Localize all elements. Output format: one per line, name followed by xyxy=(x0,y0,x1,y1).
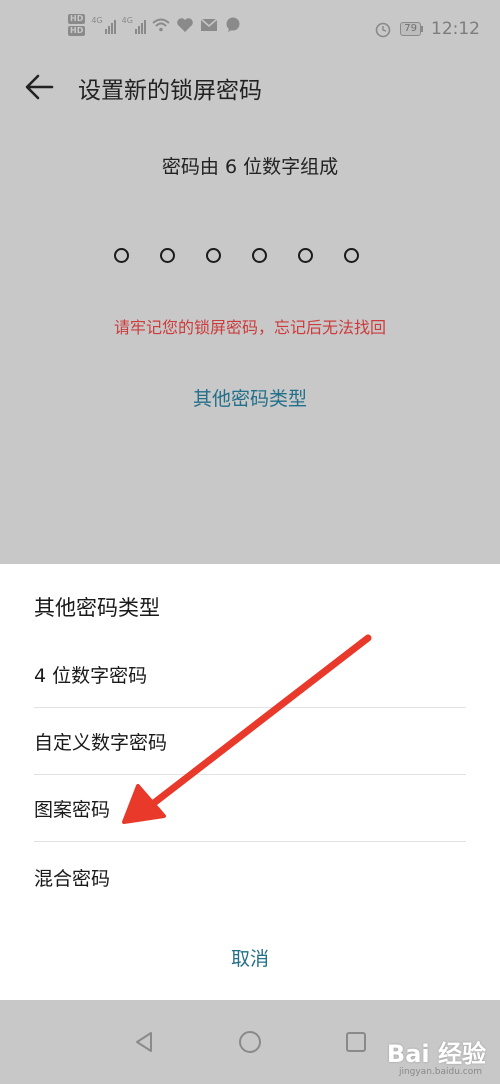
option-custom-numeric[interactable]: 自定义数字密码 xyxy=(34,709,466,775)
other-password-types-link[interactable]: 其他密码类型 xyxy=(0,384,500,411)
hd-badges: HD HD xyxy=(68,14,86,36)
status-left: HD HD 4G 4G xyxy=(68,14,242,36)
pin-dot xyxy=(160,248,175,263)
pin-requirement-text: 密码由 6 位数字组成 xyxy=(161,156,339,178)
chat-icon xyxy=(224,16,242,34)
app-header: 设置新的锁屏密码 xyxy=(0,62,500,116)
watermark-logo: Bai 经验 xyxy=(386,1040,486,1068)
pin-dot xyxy=(252,248,267,263)
home-circle-icon[interactable] xyxy=(230,1022,270,1062)
battery-icon: 79 xyxy=(400,22,423,36)
nav-bar: Bai 经验 jingyan.baidu.com xyxy=(0,1000,500,1084)
sheet-title: 其他密码类型 xyxy=(34,596,160,620)
watermark-url: jingyan.baidu.com xyxy=(398,1067,482,1077)
signal-icon: 4G xyxy=(91,16,116,34)
heart-icon xyxy=(176,16,194,34)
status-bar: HD HD 4G 4G 79 12:12 xyxy=(0,0,500,62)
network-type-label: 4G xyxy=(121,16,133,25)
back-triangle-icon[interactable] xyxy=(124,1022,164,1062)
option-4-digit-pin[interactable]: 4 位数字密码 xyxy=(34,642,466,708)
signal-icon: 4G xyxy=(122,16,146,34)
cancel-button[interactable]: 取消 xyxy=(0,944,500,971)
pin-dot xyxy=(114,248,129,263)
warning-text: 请牢记您的锁屏密码，忘记后无法找回 xyxy=(113,318,386,337)
pin-dot xyxy=(344,248,359,263)
status-right: 79 12:12 xyxy=(374,19,480,39)
option-pattern[interactable]: 图案密码 xyxy=(34,776,466,842)
alarm-icon xyxy=(374,20,392,38)
pin-dot xyxy=(206,248,221,263)
pin-dot xyxy=(298,248,313,263)
clock: 12:12 xyxy=(431,19,480,39)
hd-badge: HD xyxy=(68,26,86,36)
wifi-icon xyxy=(152,16,170,34)
mail-icon xyxy=(200,16,218,34)
password-type-sheet: 其他密码类型 4 位数字密码 自定义数字密码 图案密码 混合密码 取消 xyxy=(0,564,500,1000)
option-mixed[interactable]: 混合密码 xyxy=(34,844,466,910)
pin-dots xyxy=(114,248,359,263)
recents-square-icon[interactable] xyxy=(336,1022,376,1062)
page-title: 设置新的锁屏密码 xyxy=(78,78,262,104)
battery-level: 79 xyxy=(400,22,421,36)
network-type-label: 4G xyxy=(91,16,103,25)
hd-badge: HD xyxy=(68,14,86,24)
back-arrow-icon[interactable] xyxy=(22,70,56,104)
